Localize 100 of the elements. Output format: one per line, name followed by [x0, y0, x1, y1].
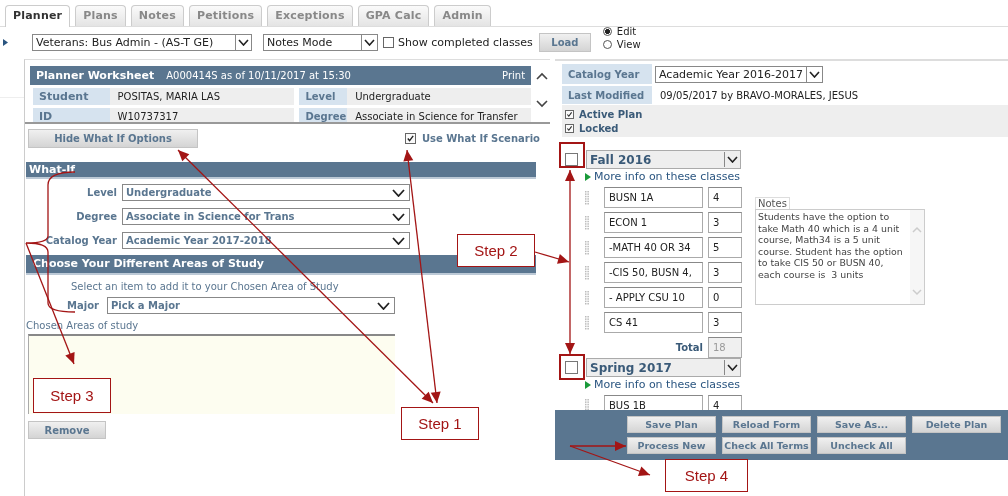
checkbox-label: Active Plan: [579, 108, 643, 120]
field-value: 09/05/2017 by BRAVO-MORALES, JESUS: [660, 89, 859, 101]
checkbox[interactable]: [565, 123, 574, 133]
caret-icon: [392, 236, 405, 245]
checkbox-label: Show completed classes: [398, 35, 533, 49]
tab[interactable]: Petitions: [188, 5, 263, 26]
units-field[interactable]: 4: [708, 187, 742, 208]
course-field[interactable]: -CIS 50, BUSN 4,: [604, 262, 703, 283]
mode-dropdown[interactable]: Notes Mode: [263, 33, 378, 51]
field-label: Last Modified: [562, 86, 652, 104]
chevron-up-icon[interactable]: [536, 72, 549, 80]
units-field[interactable]: 3: [708, 312, 742, 333]
field-label: Catalog Year: [562, 64, 652, 84]
caret-icon: [727, 364, 738, 371]
course-field[interactable]: BUS 1B: [604, 395, 703, 410]
radio-button[interactable]: [602, 27, 612, 36]
course-field[interactable]: - APPLY CSU 10: [604, 287, 703, 308]
step-callout: Step 1: [401, 407, 479, 440]
caret-icon: [364, 38, 375, 46]
caret-icon: [808, 70, 820, 78]
field-label: Level: [299, 87, 348, 105]
major-dropdown[interactable]: Pick a Major: [107, 297, 395, 314]
caret-icon: [238, 38, 249, 46]
units-field[interactable]: 3: [708, 262, 742, 283]
field-value: POSITAS, MARIA LAS: [109, 87, 295, 105]
total-field: 18: [708, 337, 742, 358]
dropdown[interactable]: Associate in Science for Trans: [122, 208, 410, 225]
units-field[interactable]: 4: [708, 395, 742, 410]
tab[interactable]: Planner: [5, 5, 71, 27]
checkbox[interactable]: [383, 36, 394, 48]
term-dropdown[interactable]: Spring 2017: [586, 358, 741, 377]
drag-handle-icon[interactable]: [585, 290, 589, 305]
field-label: Degree: [75, 211, 117, 222]
worksheet-subtitle: A000414S as of 10/11/2017 at 15:30: [166, 70, 351, 81]
units-field[interactable]: 0: [708, 287, 742, 308]
print-link[interactable]: Print: [502, 70, 526, 81]
highlight-frame: [559, 142, 585, 168]
load-button[interactable]: Load: [538, 32, 591, 52]
field-value: Associate in Science for Transfer: [347, 107, 532, 122]
checkbox[interactable]: [565, 361, 578, 374]
checkbox-label: Use What If Scenario: [421, 133, 540, 144]
units-field[interactable]: 3: [708, 212, 742, 233]
action-button[interactable]: Delete Plan: [912, 416, 1001, 433]
total-label: Total: [675, 342, 703, 353]
course-field[interactable]: ECON 1: [604, 212, 703, 233]
course-field[interactable]: -MATH 40 OR 34: [604, 237, 703, 258]
field-value: Undergraduate: [347, 87, 532, 105]
action-button[interactable]: Save As...: [817, 416, 906, 433]
field-label: ID: [33, 107, 110, 122]
drag-handle-icon[interactable]: [585, 215, 589, 230]
field-label: Student: [33, 87, 110, 105]
hide-options-button[interactable]: Hide What If Options: [28, 129, 198, 148]
action-button[interactable]: Uncheck All: [817, 437, 906, 454]
action-button[interactable]: Save Plan: [627, 416, 716, 433]
drag-handle-icon[interactable]: [585, 315, 589, 330]
tab[interactable]: GPA Calc: [357, 5, 430, 26]
radio-label: View: [616, 39, 641, 50]
drag-handle-icon[interactable]: [585, 398, 589, 410]
section-header: What-If: [26, 162, 536, 179]
caret-icon: [727, 156, 738, 163]
drag-handle-icon[interactable]: [585, 240, 589, 255]
highlight-frame: [559, 354, 585, 380]
checkbox[interactable]: [565, 109, 574, 119]
course-field[interactable]: BUSN 1A: [604, 187, 703, 208]
radio-label: Edit: [616, 26, 637, 37]
more-info-link[interactable]: More info on these classes: [594, 170, 740, 183]
field-label: Catalog Year: [44, 235, 117, 246]
units-field[interactable]: 5: [708, 237, 742, 258]
worksheet-title: Planner Worksheet: [36, 69, 155, 82]
dropdown[interactable]: Academic Year 2017-2018: [122, 232, 410, 249]
catalog-year-dropdown[interactable]: Academic Year 2016-2017: [655, 65, 823, 83]
bullet-icon: [3, 38, 8, 46]
list-box[interactable]: [28, 334, 395, 414]
chevron-down-icon[interactable]: [536, 100, 549, 108]
action-button[interactable]: Check All Terms: [722, 437, 811, 454]
field-value: W10737317: [109, 107, 295, 122]
course-field[interactable]: CS 41: [604, 312, 703, 333]
action-button[interactable]: Process New: [627, 437, 716, 454]
drag-handle-icon[interactable]: [585, 190, 589, 205]
field-label: Major: [66, 300, 99, 311]
expand-icon[interactable]: [585, 172, 591, 181]
dropdown[interactable]: Undergraduate: [122, 184, 410, 201]
caret-icon: [392, 188, 405, 197]
checkbox[interactable]: [565, 153, 578, 166]
plan-dropdown[interactable]: Veterans: Bus Admin - (AS-T GE): [32, 33, 252, 51]
expand-icon[interactable]: [585, 380, 591, 389]
field-label: Level: [86, 187, 117, 198]
caret-icon: [392, 212, 405, 221]
radio-button[interactable]: [602, 40, 612, 49]
field-label: Degree: [299, 107, 348, 122]
drag-handle-icon[interactable]: [585, 265, 589, 280]
step-callout: Step 3: [33, 378, 111, 413]
caret-icon: [377, 301, 390, 310]
checkbox[interactable]: [404, 133, 416, 144]
more-info-link[interactable]: More info on these classes: [594, 378, 740, 391]
tab[interactable]: Notes: [130, 5, 184, 26]
term-dropdown[interactable]: Fall 2016: [586, 150, 741, 169]
step-callout: Step 4: [665, 459, 748, 492]
remove-button[interactable]: Remove: [28, 421, 106, 439]
action-button[interactable]: Reload Form: [722, 416, 811, 433]
